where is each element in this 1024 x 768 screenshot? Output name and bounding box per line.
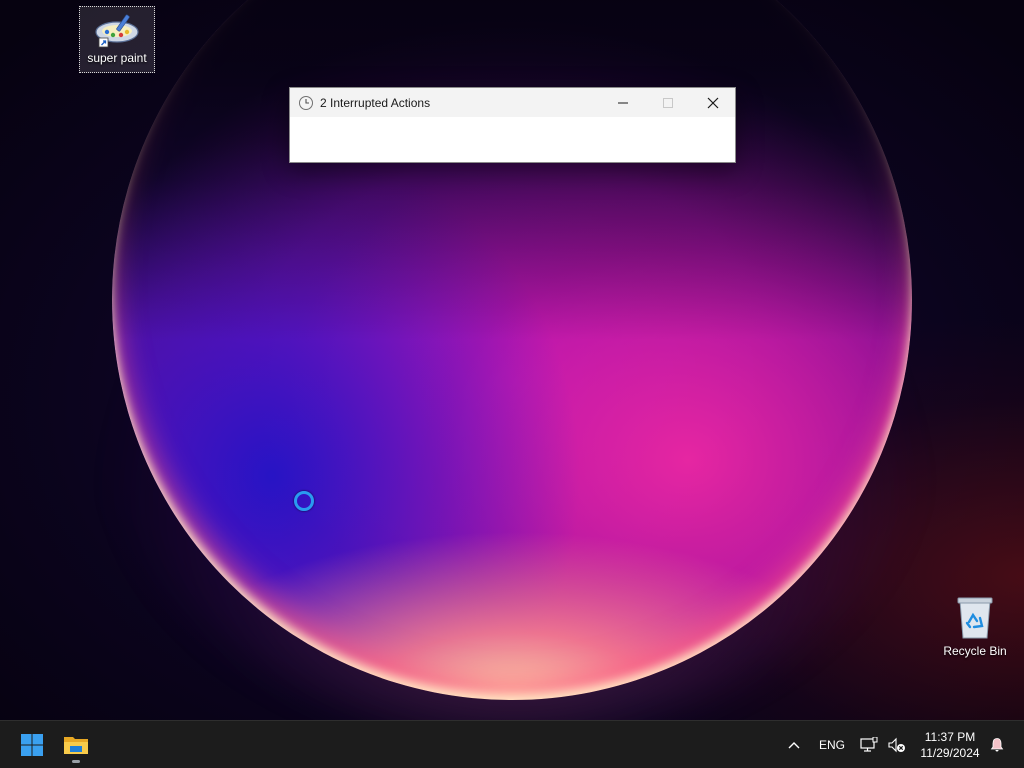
windows-logo-icon (21, 734, 43, 756)
interrupted-actions-window[interactable]: 2 Interrupted Actions (289, 87, 736, 163)
maximize-icon (663, 97, 673, 108)
close-button[interactable] (690, 88, 736, 117)
file-explorer-button[interactable] (56, 725, 96, 765)
network-button[interactable] (856, 721, 882, 768)
desktop-icon-label: Recycle Bin (943, 644, 1007, 658)
window-titlebar[interactable]: 2 Interrupted Actions (290, 88, 735, 117)
minimize-button[interactable] (600, 88, 646, 117)
clock-date: 11/29/2024 (920, 745, 980, 760)
clock-icon (299, 95, 313, 110)
running-indicator (72, 760, 80, 763)
super-paint-icon (95, 14, 139, 48)
clock-button[interactable]: 11:37 PM 11/29/2024 (912, 721, 988, 768)
maximize-button (645, 88, 691, 117)
minimize-icon (618, 102, 628, 103)
desktop-icon-recycle-bin[interactable]: Recycle Bin (937, 596, 1013, 658)
language-indicator[interactable]: ENG (812, 721, 852, 768)
bell-icon (990, 737, 1004, 751)
recycle-bin-icon (957, 597, 993, 639)
desktop-icon-super-paint[interactable]: super paint (79, 6, 155, 73)
clock-time: 11:37 PM (924, 729, 976, 744)
volume-button[interactable] (884, 721, 910, 768)
notifications-button[interactable] (984, 721, 1010, 768)
close-icon (707, 97, 719, 108)
chevron-up-icon (788, 741, 800, 748)
start-button[interactable] (12, 725, 52, 765)
taskbar: ENG 11:37 PM 11/29/2024 (0, 720, 1024, 768)
show-hidden-icons-button[interactable] (780, 721, 808, 768)
desktop-icon-label: super paint (87, 51, 147, 65)
folder-icon (64, 737, 88, 754)
window-title: 2 Interrupted Actions (320, 95, 431, 110)
busy-cursor-icon (294, 491, 314, 511)
volume-muted-icon (888, 737, 905, 752)
network-icon (860, 736, 878, 752)
